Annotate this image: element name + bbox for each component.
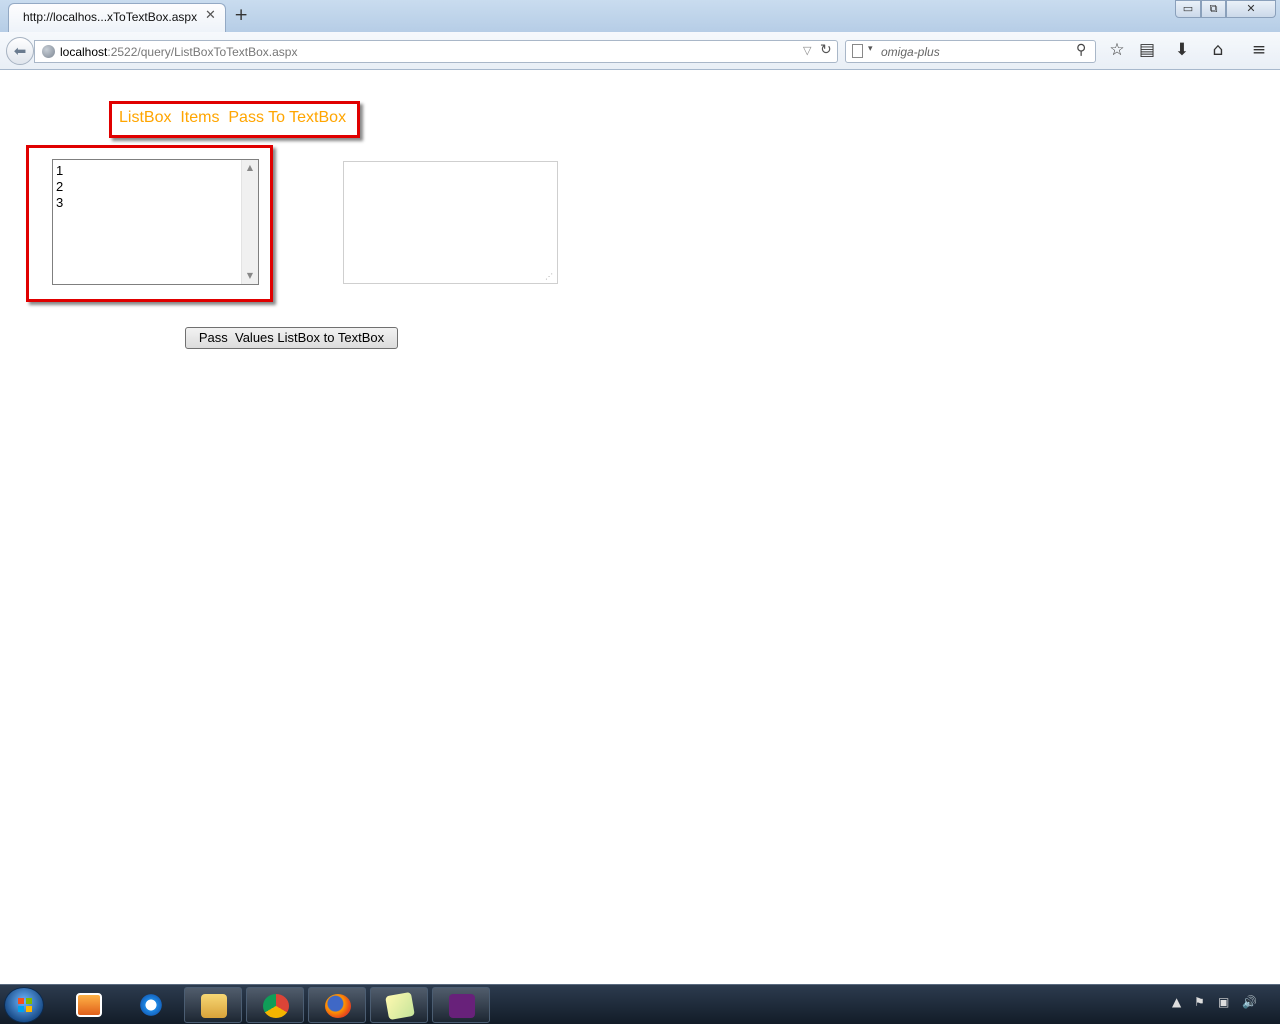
taskbar-sticky-notes[interactable] — [370, 987, 428, 1023]
page-title-box: ListBox Items Pass To TextBox — [109, 101, 360, 138]
listbox-scrollbar[interactable]: ▲ ▼ — [241, 160, 258, 284]
minimize-button[interactable]: ▭ — [1175, 0, 1201, 18]
items-listbox[interactable]: 1 2 3 ▲ ▼ — [52, 159, 259, 285]
reload-icon[interactable]: ↻ — [820, 42, 832, 58]
sticky-notes-icon — [385, 991, 415, 1021]
home-icon[interactable]: ⌂ — [1206, 40, 1230, 60]
listbox-item[interactable]: 2 — [56, 179, 63, 195]
volume-icon[interactable]: 🔊 — [1242, 995, 1257, 1009]
address-bar[interactable]: localhost:2522/query/ListBoxToTextBox.as… — [34, 40, 838, 63]
scroll-up-icon[interactable]: ▲ — [242, 160, 258, 176]
navigation-bar: ⬅ localhost:2522/query/ListBoxToTextBox.… — [0, 32, 1280, 70]
listbox-highlight-frame: 1 2 3 ▲ ▼ — [26, 145, 273, 302]
globe-icon — [42, 45, 55, 58]
windows-taskbar: ▲ ⚑ ▣ 🔊 — [0, 984, 1280, 1024]
browser-tab[interactable]: http://localhos...xToTextBox.aspx ✕ — [8, 3, 226, 32]
search-box[interactable]: ▾ omiga-plus ⚲ — [845, 40, 1096, 63]
browser-title-bar: http://localhos...xToTextBox.aspx ✕ + ▭ … — [0, 0, 1280, 32]
search-engine-dropdown-icon[interactable]: ▾ — [868, 44, 873, 54]
reading-list-icon[interactable]: ▤ — [1135, 40, 1159, 60]
page-title: ListBox Items Pass To TextBox — [119, 109, 347, 126]
close-window-button[interactable]: ✕ — [1226, 0, 1276, 18]
search-engine-icon[interactable] — [852, 44, 863, 58]
taskbar-chrome[interactable] — [246, 987, 304, 1023]
windows-logo-icon — [18, 998, 32, 1012]
firefox-icon — [325, 994, 351, 1018]
new-tab-icon[interactable]: + — [234, 5, 248, 25]
action-center-flag-icon[interactable]: ⚑ — [1194, 995, 1205, 1009]
scroll-down-icon[interactable]: ▼ — [242, 268, 258, 284]
url-host: localhost — [60, 45, 108, 59]
listbox-item[interactable]: 3 — [56, 195, 63, 211]
network-icon[interactable]: ▣ — [1218, 995, 1229, 1009]
start-button[interactable] — [4, 987, 44, 1023]
url-text[interactable]: localhost:2522/query/ListBoxToTextBox.as… — [60, 45, 297, 59]
search-placeholder: omiga-plus — [881, 45, 940, 59]
tab-title: http://localhos...xToTextBox.aspx — [23, 10, 198, 24]
bookmark-star-icon[interactable]: ☆ — [1105, 40, 1129, 60]
url-history-dropdown-icon[interactable]: ▽ — [803, 44, 811, 57]
chrome-icon — [263, 994, 289, 1018]
download-icon[interactable]: ⬇ — [1170, 40, 1194, 60]
restore-button[interactable]: ⧉ — [1201, 0, 1226, 18]
taskbar-internet-explorer[interactable] — [122, 987, 180, 1023]
internet-explorer-icon — [138, 993, 164, 1017]
tab-close-icon[interactable]: ✕ — [205, 8, 216, 23]
taskbar-media-player[interactable] — [60, 987, 118, 1023]
back-arrow-icon[interactable]: ⬅ — [6, 37, 34, 65]
menu-icon[interactable]: ≡ — [1247, 40, 1271, 60]
windows-media-player-icon — [76, 993, 102, 1017]
taskbar-file-explorer[interactable] — [184, 987, 242, 1023]
listbox-item[interactable]: 1 — [56, 163, 63, 179]
visual-studio-icon — [449, 994, 475, 1018]
taskbar-firefox[interactable] — [308, 987, 366, 1023]
window-controls: ▭ ⧉ ✕ — [1175, 0, 1280, 20]
system-tray: ▲ ⚑ ▣ 🔊 — [1168, 995, 1278, 1015]
resize-grip-icon[interactable]: ⋰ — [545, 272, 553, 281]
file-explorer-icon — [201, 994, 227, 1018]
show-hidden-icons-icon[interactable]: ▲ — [1172, 995, 1181, 1009]
taskbar-visual-studio[interactable] — [432, 987, 490, 1023]
output-textbox[interactable] — [343, 161, 558, 284]
search-icon[interactable]: ⚲ — [1076, 42, 1086, 58]
url-path: :2522/query/ListBoxToTextBox.aspx — [107, 45, 298, 59]
pass-values-button[interactable]: Pass Values ListBox to TextBox — [185, 327, 398, 349]
